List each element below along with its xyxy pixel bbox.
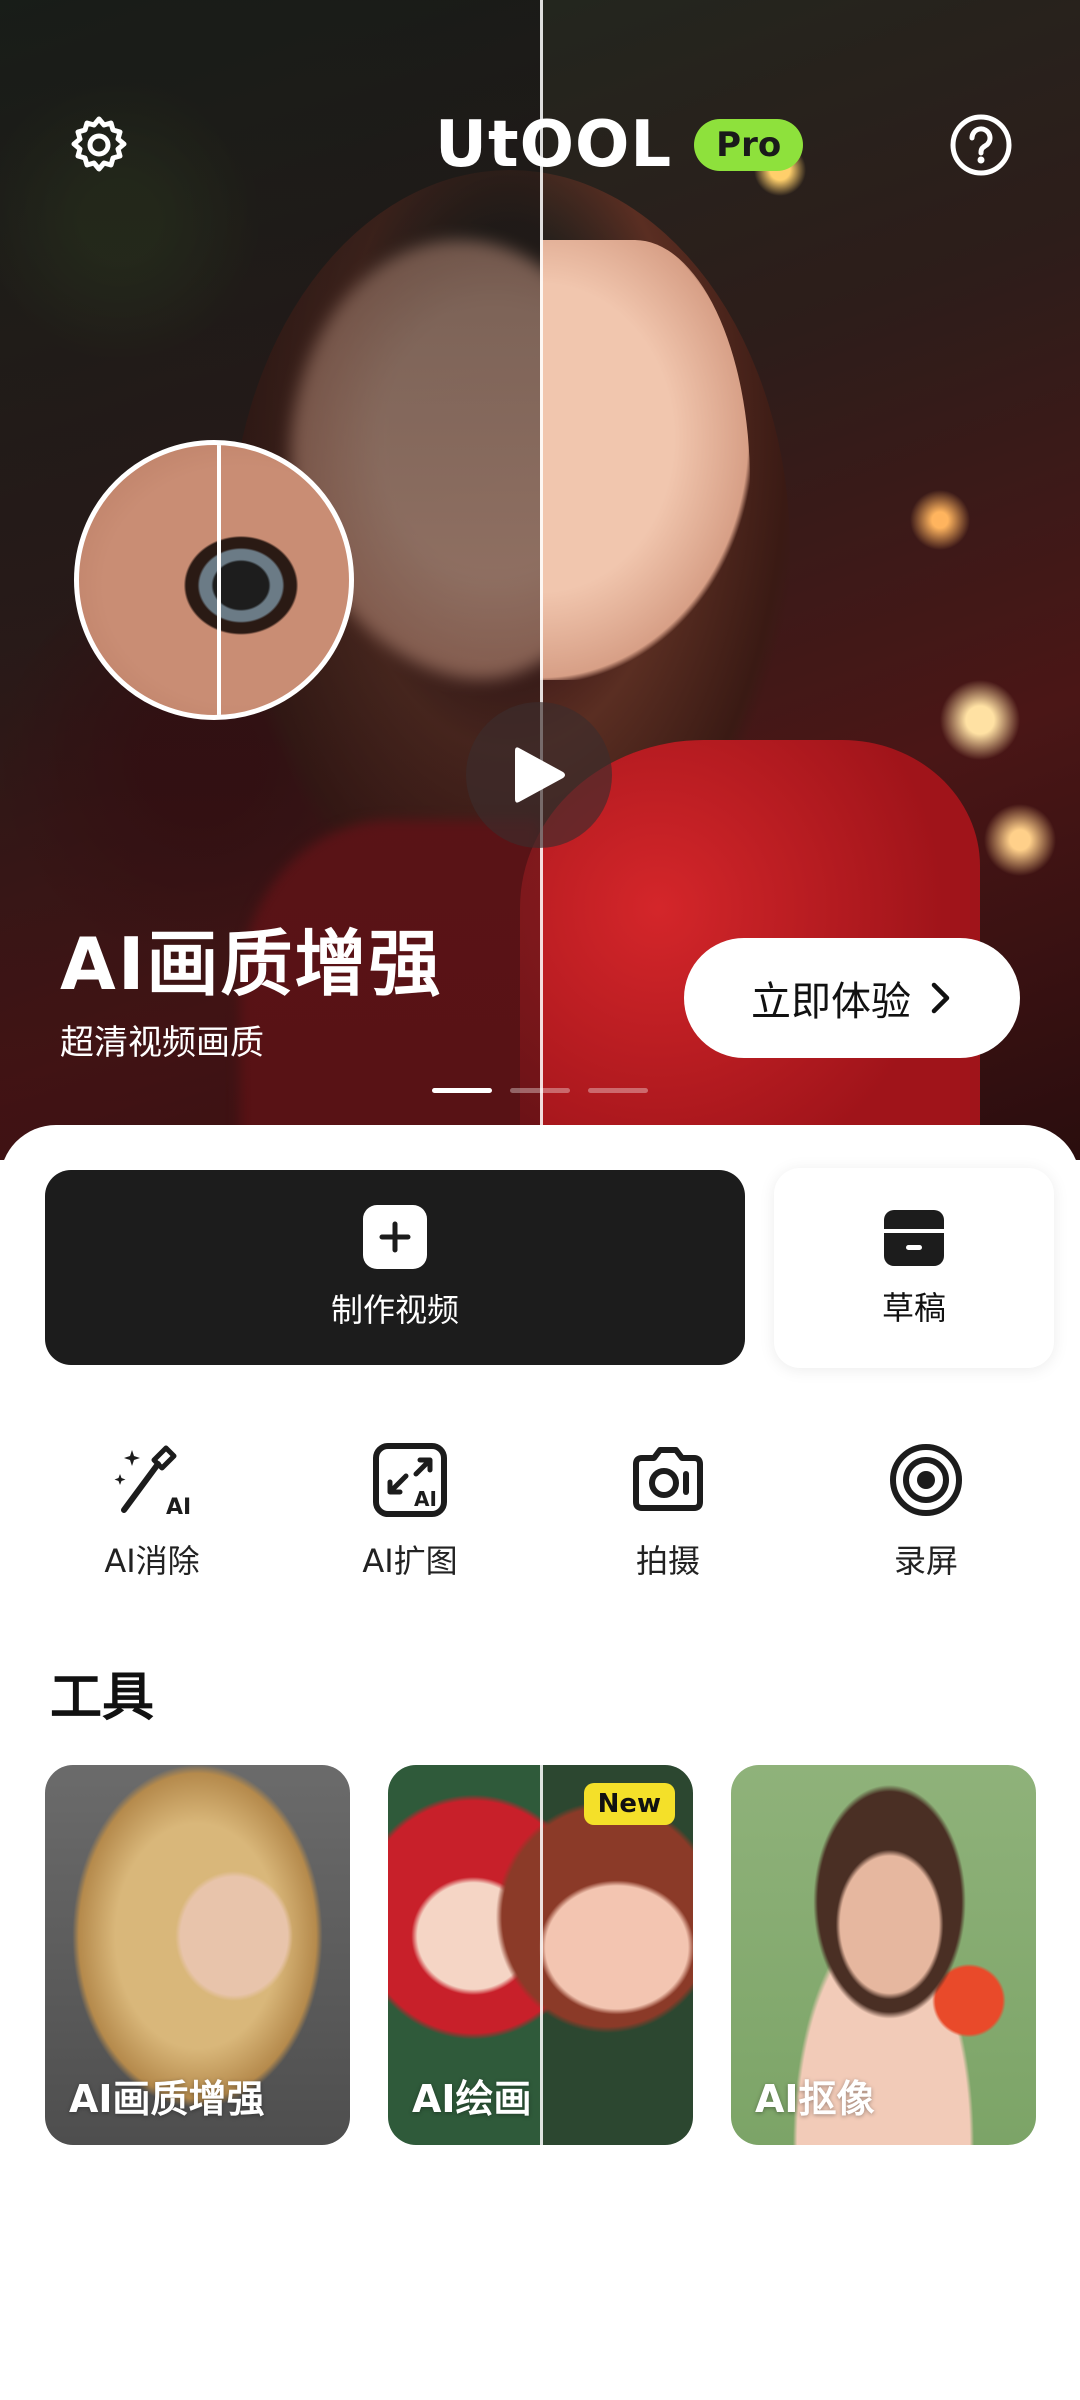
compare-divider <box>540 1765 543 2145</box>
try-now-label: 立即体验 <box>751 979 911 1025</box>
question-circle-icon <box>950 114 1012 176</box>
drafts-box-icon <box>884 1210 944 1266</box>
content-sheet: 制作视频 草稿 AI AI消除 AI AI扩图 拍摄 录屏 工具 AI画质增强 … <box>0 1125 1080 2400</box>
drafts-label: 草稿 <box>881 1289 946 1327</box>
drafts-button[interactable]: 草稿 <box>774 1168 1054 1368</box>
plus-icon <box>363 1204 427 1269</box>
help-button[interactable] <box>946 110 1016 180</box>
app-logo: UtOOL Pro <box>435 108 804 182</box>
tool-card-label: AI抠像 <box>755 2077 875 2121</box>
chevron-right-icon <box>931 982 950 1014</box>
quick-tool-ai-erase[interactable]: AI AI消除 <box>52 1440 252 1582</box>
new-badge: New <box>583 1783 675 1825</box>
carousel-dot-active[interactable] <box>432 1088 492 1093</box>
pro-badge[interactable]: Pro <box>694 119 804 171</box>
quick-tool-capture[interactable]: 拍摄 <box>568 1440 768 1582</box>
gear-icon <box>71 116 127 172</box>
svg-text:AI: AI <box>166 1495 191 1520</box>
carousel-indicator <box>432 1088 648 1093</box>
tools-section-title: 工具 <box>50 1668 155 1728</box>
quick-tool-label: AI扩图 <box>362 1542 458 1580</box>
try-now-button[interactable]: 立即体验 <box>684 938 1020 1058</box>
screen-record-icon <box>890 1444 962 1516</box>
tool-card-label: AI画质增强 <box>69 2077 265 2121</box>
hero-banner[interactable]: UtOOL Pro AI画质增强 超清视频画质 立即体验 <box>0 0 1080 1160</box>
top-bar: UtOOL Pro <box>0 100 1080 190</box>
quick-tool-screen-record[interactable]: 录屏 <box>826 1440 1026 1582</box>
play-button[interactable] <box>466 702 612 848</box>
tool-card-ai-painting[interactable]: New AI绘画 <box>388 1765 693 2145</box>
make-video-button[interactable]: 制作视频 <box>45 1170 745 1365</box>
quick-tool-label: 录屏 <box>893 1542 958 1580</box>
quick-tool-label: 拍摄 <box>635 1542 700 1580</box>
magnifier-divider <box>217 445 221 715</box>
play-icon <box>515 747 565 803</box>
tool-card-ai-enhance[interactable]: AI画质增强 <box>45 1765 350 2145</box>
make-video-label: 制作视频 <box>330 1290 459 1329</box>
quick-tool-label: AI消除 <box>104 1542 200 1580</box>
tool-card-label: AI绘画 <box>412 2077 532 2121</box>
svg-text:AI: AI <box>414 1487 437 1511</box>
quick-tool-ai-expand[interactable]: AI AI扩图 <box>310 1440 510 1582</box>
banner-title: AI画质增强 <box>60 922 443 1006</box>
camera-icon <box>633 1447 703 1511</box>
tool-card-ai-cutout[interactable]: AI抠像 <box>731 1765 1036 2145</box>
carousel-dot[interactable] <box>588 1088 648 1093</box>
carousel-dot[interactable] <box>510 1088 570 1093</box>
magic-wand-ai-icon: AI <box>114 1445 191 1520</box>
banner-subtitle: 超清视频画质 <box>60 1023 264 1063</box>
magnifier-eye-comparison <box>74 440 354 720</box>
logo-text: UtOOL <box>435 108 673 182</box>
expand-image-ai-icon: AI <box>373 1443 447 1517</box>
quick-tools-row: AI AI消除 AI AI扩图 拍摄 录屏 <box>0 1440 1080 1590</box>
settings-button[interactable] <box>64 110 134 180</box>
